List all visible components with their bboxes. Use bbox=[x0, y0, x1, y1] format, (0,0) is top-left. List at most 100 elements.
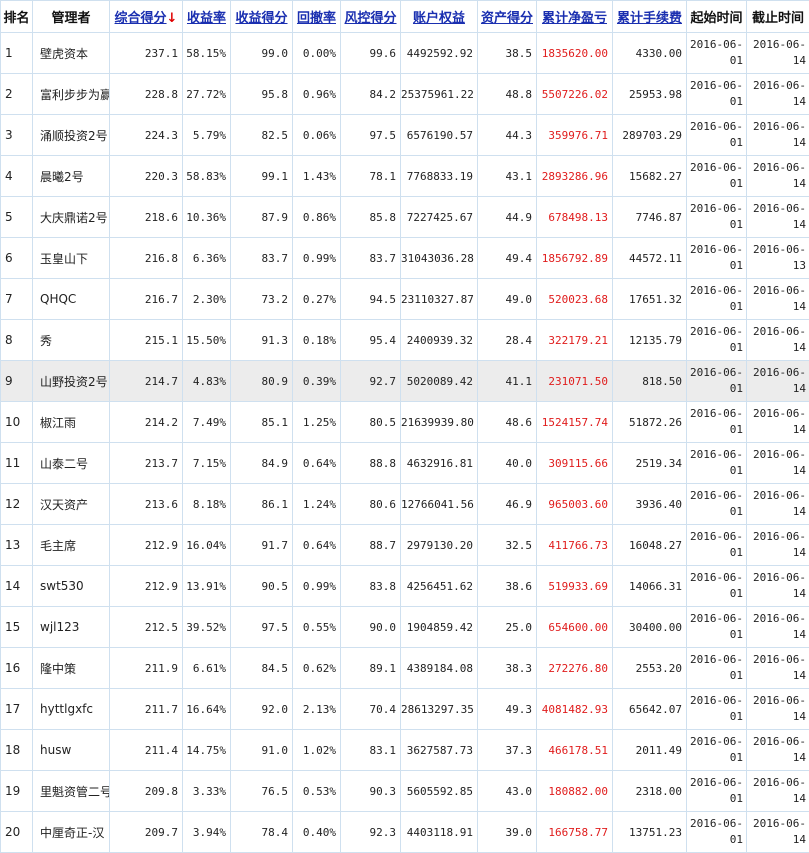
col-return-rate-header[interactable]: 收益率 bbox=[182, 0, 231, 33]
cell-end-date: 2016-06-14 bbox=[746, 811, 809, 853]
cell-risk-score: 92.7 bbox=[340, 360, 401, 402]
sort-risk-score-link[interactable]: 风控得分 bbox=[344, 11, 396, 26]
table-row[interactable]: 18 husw 211.4 14.75% 91.0 1.02% 83.1 3627587.73… bbox=[0, 729, 809, 771]
table-row[interactable]: 19 里魁资管二号 209.8 3.33% 76.5 0.53% 90.3 5605592.8… bbox=[0, 770, 809, 812]
table-row[interactable]: 6 玉皇山下 216.8 6.36% 83.7 0.99% 83.7 31043036.28 4… bbox=[0, 237, 809, 279]
cell-return-score: 99.0 bbox=[230, 32, 293, 74]
cell-equity: 7768833.19 bbox=[400, 155, 478, 197]
col-return-score-header[interactable]: 收益得分 bbox=[230, 0, 293, 33]
cell-end-date: 2016-06-14 bbox=[746, 360, 809, 402]
cell-fees: 4330.00 bbox=[612, 32, 687, 74]
cell-net-profit: 5507226.02 bbox=[536, 73, 613, 115]
cell-return-score: 82.5 bbox=[230, 114, 293, 156]
cell-risk-score: 90.3 bbox=[340, 770, 401, 812]
cell-total-score: 214.2 bbox=[109, 401, 183, 443]
cell-return-rate: 39.52% bbox=[182, 606, 231, 648]
table-row[interactable]: 10 椒江雨 214.2 7.49% 85.1 1.25% 80.5 21639939.80 4… bbox=[0, 401, 809, 443]
cell-equity: 4632916.81 bbox=[400, 442, 478, 484]
cell-manager: 隆中策 bbox=[32, 647, 110, 689]
cell-return-rate: 6.61% bbox=[182, 647, 231, 689]
col-asset-score-header[interactable]: 资产得分 bbox=[477, 0, 537, 33]
cell-drawdown: 0.39% bbox=[292, 360, 341, 402]
cell-start-date: 2016-06-01 bbox=[686, 196, 747, 238]
table-row[interactable]: 17 hyttlgxfc 211.7 16.64% 92.0 2.13% 70.4 28613… bbox=[0, 688, 809, 730]
table-row[interactable]: 20 中厘奇正-汉 209.7 3.94% 78.4 0.40% 92.3 4403118.9… bbox=[0, 811, 809, 853]
cell-start-date: 2016-06-01 bbox=[686, 770, 747, 812]
cell-fees: 289703.29 bbox=[612, 114, 687, 156]
sort-drawdown-link[interactable]: 回撤率 bbox=[297, 11, 336, 26]
table-row[interactable]: 16 隆中策 211.9 6.61% 84.5 0.62% 89.1 4389184.08 38… bbox=[0, 647, 809, 689]
cell-end-date: 2016-06-14 bbox=[746, 319, 809, 361]
cell-equity: 1904859.42 bbox=[400, 606, 478, 648]
cell-return-rate: 5.79% bbox=[182, 114, 231, 156]
sort-asset-score-link[interactable]: 资产得分 bbox=[481, 11, 533, 26]
table-row[interactable]: 8 秀 215.1 15.50% 91.3 0.18% 95.4 2400939.32 28.4… bbox=[0, 319, 809, 361]
ranking-table: 排名 管理者 综合得分↓ 收益率 收益得分 回撤率 风控得分 账户权益 资产得分… bbox=[0, 0, 809, 853]
table-row[interactable]: 3 涌顺投资2号 224.3 5.79% 82.5 0.06% 97.5 6576190.57… bbox=[0, 114, 809, 156]
sort-total-score-link[interactable]: 综合得分 bbox=[115, 11, 167, 26]
table-row[interactable]: 14 swt530 212.9 13.91% 90.5 0.99% 83.8 4256451.… bbox=[0, 565, 809, 607]
cell-manager: 中厘奇正-汉 bbox=[32, 811, 110, 853]
cell-rank: 10 bbox=[0, 401, 33, 443]
table-row[interactable]: 15 wjl123 212.5 39.52% 97.5 0.55% 90.0 1904859.… bbox=[0, 606, 809, 648]
col-total-score-header[interactable]: 综合得分↓ bbox=[109, 0, 183, 33]
cell-risk-score: 83.1 bbox=[340, 729, 401, 771]
cell-net-profit: 180882.00 bbox=[536, 770, 613, 812]
cell-equity: 4403118.91 bbox=[400, 811, 478, 853]
cell-equity: 23110327.87 bbox=[400, 278, 478, 320]
table-row[interactable]: 4 晨曦2号 220.3 58.83% 99.1 1.43% 78.1 7768833.19 4… bbox=[0, 155, 809, 197]
cell-return-rate: 14.75% bbox=[182, 729, 231, 771]
table-row[interactable]: 7 QHQC 216.7 2.30% 73.2 0.27% 94.5 23110327.87 4… bbox=[0, 278, 809, 320]
cell-asset-score: 48.6 bbox=[477, 401, 537, 443]
cell-net-profit: 322179.21 bbox=[536, 319, 613, 361]
cell-start-date: 2016-06-01 bbox=[686, 442, 747, 484]
col-risk-score-header[interactable]: 风控得分 bbox=[340, 0, 401, 33]
cell-fees: 65642.07 bbox=[612, 688, 687, 730]
sort-return-rate-link[interactable]: 收益率 bbox=[187, 11, 226, 26]
cell-rank: 18 bbox=[0, 729, 33, 771]
cell-drawdown: 0.99% bbox=[292, 237, 341, 279]
cell-return-rate: 15.50% bbox=[182, 319, 231, 361]
cell-return-rate: 8.18% bbox=[182, 483, 231, 525]
cell-net-profit: 1835620.00 bbox=[536, 32, 613, 74]
cell-rank: 1 bbox=[0, 32, 33, 74]
cell-asset-score: 49.4 bbox=[477, 237, 537, 279]
cell-risk-score: 83.8 bbox=[340, 565, 401, 607]
cell-net-profit: 1524157.74 bbox=[536, 401, 613, 443]
cell-net-profit: 2893286.96 bbox=[536, 155, 613, 197]
cell-rank: 13 bbox=[0, 524, 33, 566]
cell-risk-score: 99.6 bbox=[340, 32, 401, 74]
sort-equity-link[interactable]: 账户权益 bbox=[413, 11, 465, 26]
col-net-profit-header[interactable]: 累计净盈亏 bbox=[536, 0, 613, 33]
cell-manager: 毛主席 bbox=[32, 524, 110, 566]
cell-total-score: 220.3 bbox=[109, 155, 183, 197]
table-row[interactable]: 2 富利步步为赢 228.8 27.72% 95.8 0.96% 84.2 25375961.… bbox=[0, 73, 809, 115]
cell-end-date: 2016-06-14 bbox=[746, 647, 809, 689]
cell-return-rate: 58.15% bbox=[182, 32, 231, 74]
cell-drawdown: 0.96% bbox=[292, 73, 341, 115]
table-row[interactable]: 12 汉天资产 213.6 8.18% 86.1 1.24% 80.6 12766041.56… bbox=[0, 483, 809, 525]
cell-risk-score: 78.1 bbox=[340, 155, 401, 197]
col-rank-header: 排名 bbox=[0, 0, 33, 33]
cell-end-date: 2016-06-14 bbox=[746, 524, 809, 566]
sort-return-score-link[interactable]: 收益得分 bbox=[235, 11, 287, 26]
table-row[interactable]: 1 壁虎资本 237.1 58.15% 99.0 0.00% 99.6 4492592.92 3… bbox=[0, 32, 809, 74]
cell-drawdown: 0.55% bbox=[292, 606, 341, 648]
table-row[interactable]: 9 山野投资2号 214.7 4.83% 80.9 0.39% 92.7 5020089.42… bbox=[0, 360, 809, 402]
cell-total-score: 212.5 bbox=[109, 606, 183, 648]
cell-end-date: 2016-06-14 bbox=[746, 565, 809, 607]
cell-net-profit: 272276.80 bbox=[536, 647, 613, 689]
col-equity-header[interactable]: 账户权益 bbox=[400, 0, 478, 33]
col-drawdown-header[interactable]: 回撤率 bbox=[292, 0, 341, 33]
cell-start-date: 2016-06-01 bbox=[686, 565, 747, 607]
cell-return-score: 85.1 bbox=[230, 401, 293, 443]
cell-net-profit: 166758.77 bbox=[536, 811, 613, 853]
sort-fees-link[interactable]: 累计手续费 bbox=[617, 11, 682, 26]
table-row[interactable]: 13 毛主席 212.9 16.04% 91.7 0.64% 88.7 2979130.20 3… bbox=[0, 524, 809, 566]
sort-net-profit-link[interactable]: 累计净盈亏 bbox=[542, 11, 607, 26]
col-fees-header[interactable]: 累计手续费 bbox=[612, 0, 687, 33]
cell-equity: 4389184.08 bbox=[400, 647, 478, 689]
table-row[interactable]: 5 大庆鼎诺2号 218.6 10.36% 87.9 0.86% 85.8 7227425.6… bbox=[0, 196, 809, 238]
table-row[interactable]: 11 山泰二号 213.7 7.15% 84.9 0.64% 88.8 4632916.81 4… bbox=[0, 442, 809, 484]
cell-net-profit: 411766.73 bbox=[536, 524, 613, 566]
